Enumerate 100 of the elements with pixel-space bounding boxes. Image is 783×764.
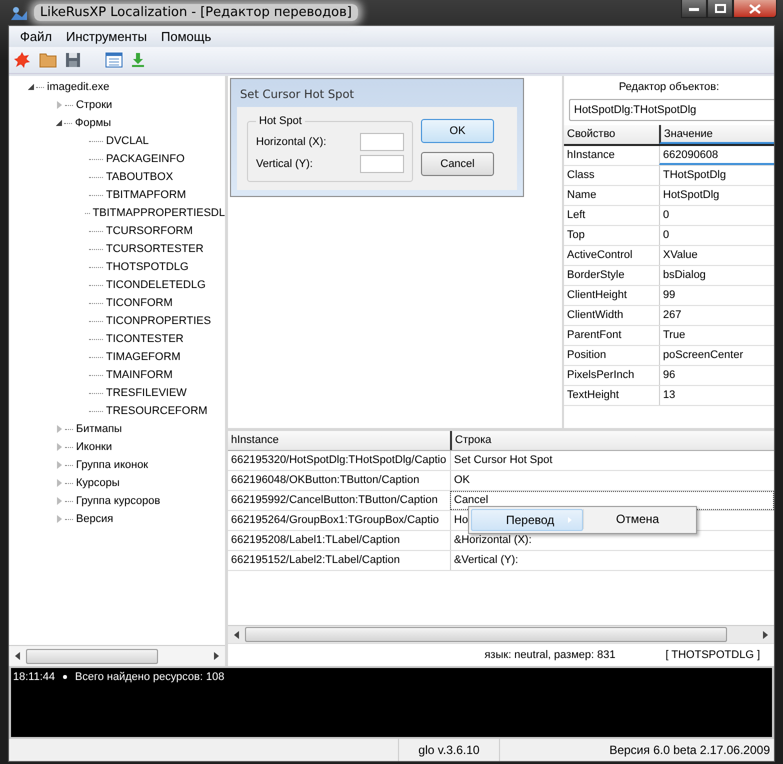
minimize-button[interactable] xyxy=(681,0,707,18)
table-cell-text: 662195152/Label2:TLabel/Caption xyxy=(230,553,401,568)
expand-arrow-icon[interactable] xyxy=(57,497,62,505)
expand-arrow-icon[interactable] xyxy=(57,101,62,109)
expand-arrow-icon[interactable] xyxy=(57,479,62,487)
menu-item[interactable]: Отмена xyxy=(583,509,694,529)
tree-item[interactable]: THOTSPOTDLG xyxy=(106,261,189,273)
tree-item[interactable]: TIMAGEFORM xyxy=(106,351,181,363)
tree-item[interactable]: Курсоры xyxy=(76,477,120,489)
table-cell-text: 662195992/CancelButton:TButton/Caption xyxy=(230,493,439,508)
tree-item[interactable]: imagedit.exe xyxy=(47,81,110,93)
tree-item[interactable]: Группа курсоров xyxy=(76,495,160,507)
dialog-button[interactable]: OK xyxy=(421,119,494,143)
column-header[interactable]: Значение xyxy=(659,125,774,144)
scroll-right-icon[interactable] xyxy=(763,630,768,638)
field-label: Vertical (Y): xyxy=(256,158,313,170)
tree-item[interactable]: TBITMAPFORM xyxy=(106,189,186,201)
tree-item[interactable]: Битмапы xyxy=(76,423,122,435)
column-header[interactable]: hInstance xyxy=(228,431,450,450)
property-name: ClientHeight xyxy=(566,288,628,303)
close-button[interactable] xyxy=(733,0,777,18)
property-value[interactable]: poScreenCenter xyxy=(659,346,774,365)
tree-item[interactable]: TCURSORTESTER xyxy=(106,243,204,255)
resource-name: [ THOTSPOTDLG ] xyxy=(665,649,760,661)
column-header[interactable]: Строка xyxy=(450,431,774,450)
scroll-right-icon[interactable] xyxy=(214,652,219,660)
property-name: Position xyxy=(566,348,608,363)
tree-item[interactable]: TRESOURCEFORM xyxy=(106,405,208,417)
expand-arrow-icon[interactable] xyxy=(57,461,62,469)
tree-item[interactable]: TRESFILEVIEW xyxy=(106,387,187,399)
tree-item[interactable]: TICONTESTER xyxy=(106,333,184,345)
property-value[interactable]: THotSpotDlg xyxy=(659,166,774,185)
property-value[interactable]: 662090608 xyxy=(659,146,774,165)
app-logo-icon xyxy=(10,4,28,20)
property-name: hInstance xyxy=(566,148,616,163)
log-time: 18:11:44 xyxy=(13,671,56,683)
table-cell-text: 662196048/OKButton:TButton/Caption xyxy=(230,473,420,488)
tree-item[interactable]: TICONPROPERTIES xyxy=(106,315,211,327)
property-value[interactable]: bsDialog xyxy=(659,266,774,285)
property-name: TextHeight xyxy=(566,388,620,403)
property-value[interactable]: XValue xyxy=(659,246,774,265)
table-cell: Set Cursor Hot Spot xyxy=(450,451,774,470)
input-field[interactable] xyxy=(360,155,404,173)
table-cell-text: 662195208/Label1:TLabel/Caption xyxy=(230,533,401,548)
tree-item[interactable]: TCURSORFORM xyxy=(106,225,193,237)
menu-item[interactable]: Файл xyxy=(13,29,59,44)
property-value[interactable]: 96 xyxy=(659,366,774,385)
property-name: ActiveControl xyxy=(566,248,634,263)
status-text: glo v.3.6.10 xyxy=(398,739,500,761)
tree-item[interactable]: Строки xyxy=(76,99,112,111)
tree-item[interactable]: TMAINFORM xyxy=(106,369,173,381)
status-text: Версия 6.0 beta 2.17.06.2009 xyxy=(608,743,771,757)
inspector-title: Редактор объектов: xyxy=(618,80,720,95)
property-value[interactable]: 99 xyxy=(659,286,774,305)
tree-item[interactable]: TICONFORM xyxy=(106,297,173,309)
property-name: Class xyxy=(566,168,596,183)
group-title: Hot Spot xyxy=(258,115,303,127)
input-field[interactable] xyxy=(360,133,404,151)
property-value[interactable]: 13 xyxy=(659,386,774,405)
property-name: Left xyxy=(566,208,586,223)
expand-arrow-icon[interactable] xyxy=(57,443,62,451)
property-name: Top xyxy=(566,228,586,243)
tree-item[interactable]: Версия xyxy=(76,513,114,525)
menu-item[interactable]: Перевод xyxy=(471,509,583,531)
tree-item[interactable]: TABOUTBOX xyxy=(106,171,174,183)
property-value[interactable]: True xyxy=(659,326,774,345)
table-row[interactable]: 662195152/Label2:TLabel/Caption &Vertical (Y): xyxy=(228,551,774,571)
tree-item[interactable]: DVCLAL xyxy=(106,135,149,147)
table-row[interactable]: 662196048/OKButton:TButton/Caption OK xyxy=(228,471,774,491)
property-value[interactable]: HotSpotDlg xyxy=(659,186,774,205)
scroll-left-icon[interactable] xyxy=(15,652,20,660)
expand-arrow-icon[interactable] xyxy=(57,425,62,433)
close-icon xyxy=(749,4,761,14)
table-cell-text: 662195264/GroupBox1:TGroupBox/Captio xyxy=(230,513,440,528)
object-field[interactable]: HotSpotDlg:THotSpotDlg xyxy=(569,99,774,121)
column-header[interactable]: Свойство xyxy=(564,125,659,144)
property-value[interactable]: 0 xyxy=(659,206,774,225)
property-name: BorderStyle xyxy=(566,268,626,283)
maximize-button[interactable] xyxy=(707,0,733,18)
tree-item[interactable]: PACKAGEINFO xyxy=(106,153,185,165)
table-row[interactable]: 662195320/HotSpotDlg:THotSpotDlg/Captio Set Cursor Hot Spot xyxy=(228,451,774,471)
scroll-left-icon[interactable] xyxy=(234,630,239,638)
tree-item[interactable]: Иконки xyxy=(76,441,112,453)
table-cell: OK xyxy=(450,471,774,490)
horizontal-scrollbar[interactable] xyxy=(9,645,225,666)
menu-item[interactable]: Инструменты xyxy=(58,29,154,44)
horizontal-scrollbar[interactable] xyxy=(228,625,774,643)
expand-arrow-icon[interactable] xyxy=(57,515,62,523)
tree-item[interactable]: Формы xyxy=(75,117,112,129)
tree-item[interactable]: TICONDELETEDLG xyxy=(106,279,206,291)
property-value[interactable]: 0 xyxy=(659,226,774,245)
tree-item[interactable]: Группа иконок xyxy=(76,459,148,471)
menu-item[interactable]: Помощь xyxy=(154,29,218,44)
property-name: ParentFont xyxy=(566,328,622,343)
dialog-button[interactable]: Cancel xyxy=(421,152,494,176)
property-value[interactable]: 267 xyxy=(659,306,774,325)
property-name: PixelsPerInch xyxy=(566,368,636,383)
tree-item[interactable]: TBITMAPPROPERTIESDL xyxy=(92,207,225,219)
log-message: Всего найдено ресурсов: 108 xyxy=(75,671,224,683)
info-text: язык: neutral, размер: 831 xyxy=(484,649,616,661)
